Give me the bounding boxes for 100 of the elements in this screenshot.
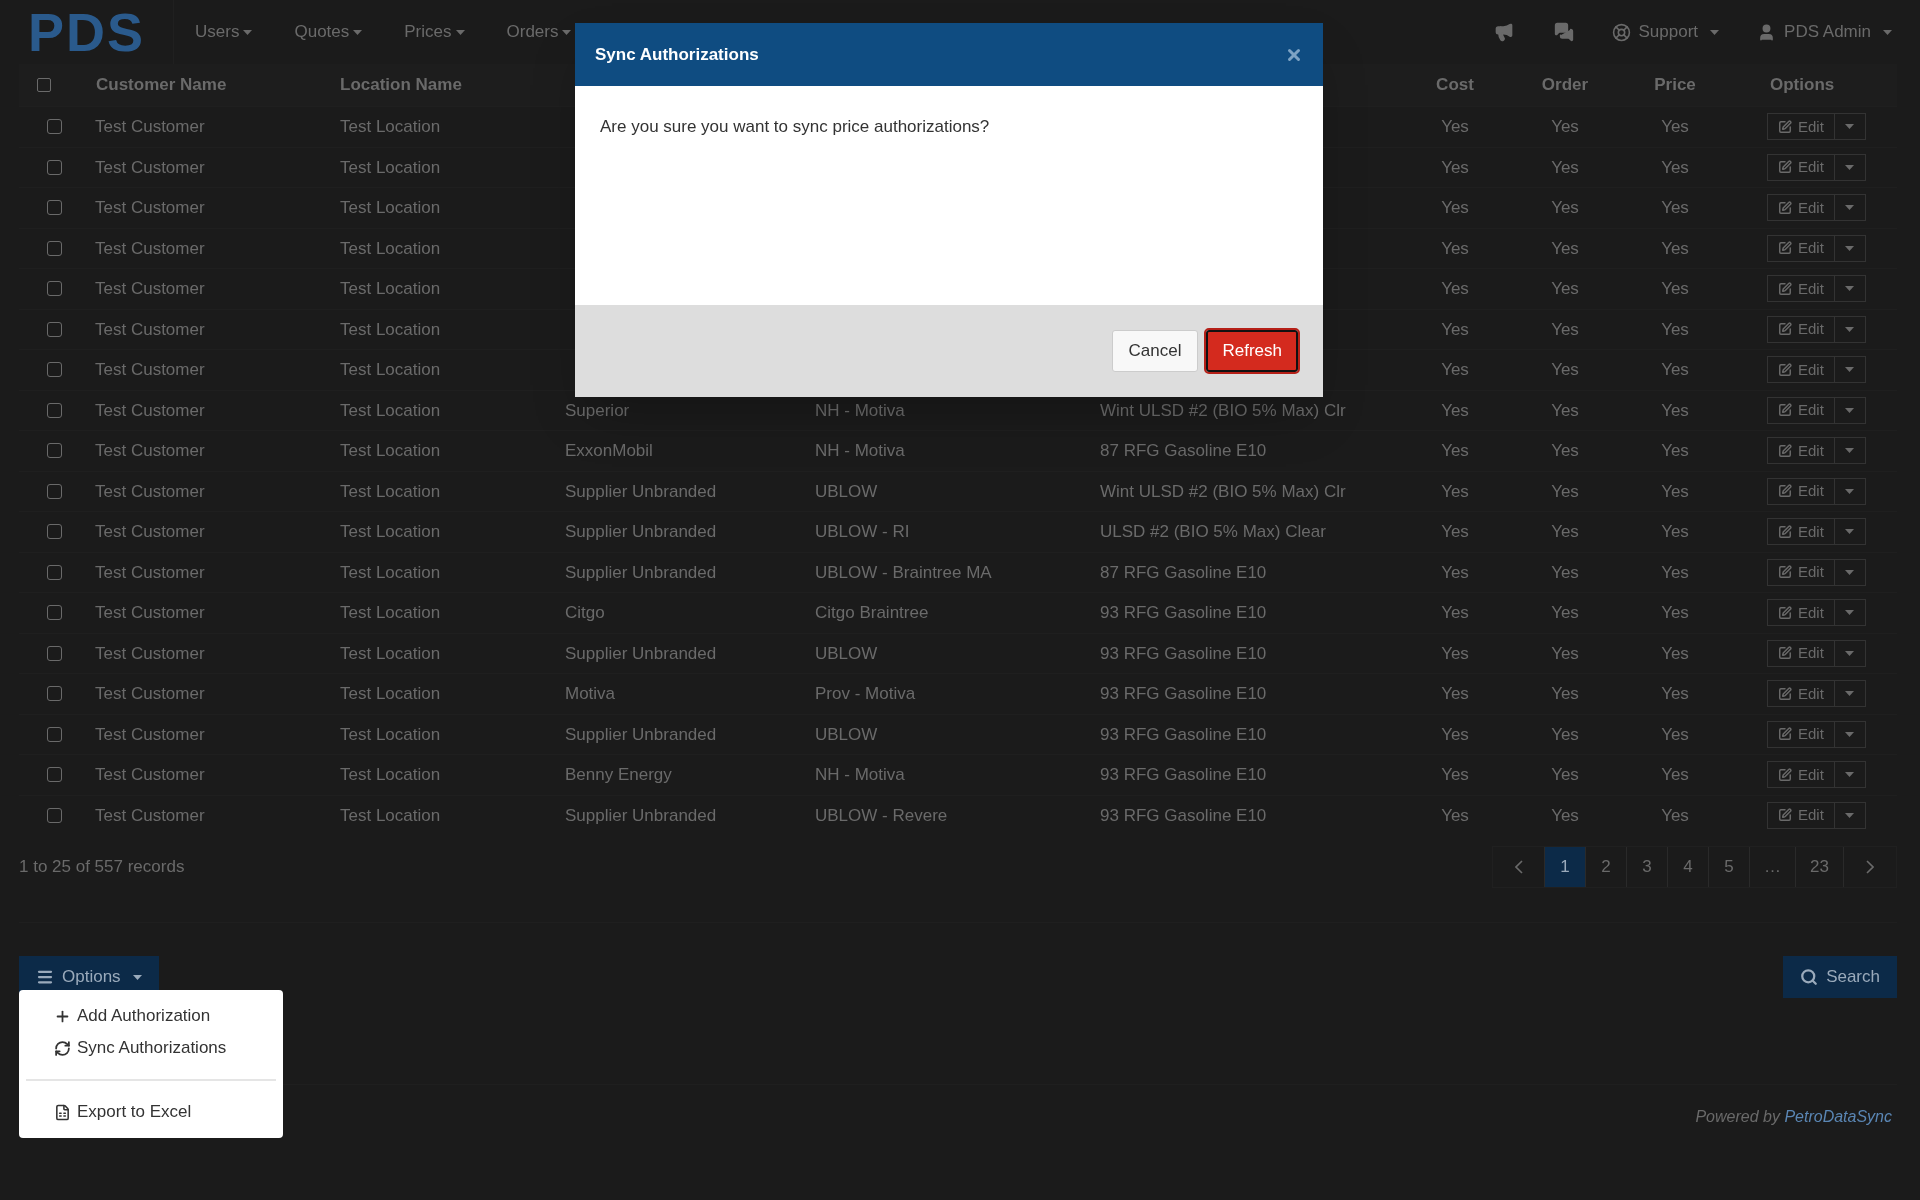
menu-item[interactable]: Add Authorization bbox=[19, 1000, 283, 1032]
dropdown-toggle[interactable] bbox=[1834, 315, 1866, 343]
edit-button[interactable]: Edit bbox=[1767, 194, 1835, 222]
dropdown-toggle[interactable] bbox=[1834, 275, 1866, 303]
dropdown-toggle[interactable] bbox=[1834, 680, 1866, 708]
row-checkbox[interactable] bbox=[47, 483, 62, 499]
dropdown-toggle[interactable] bbox=[1834, 437, 1866, 465]
dropdown-toggle[interactable] bbox=[1834, 801, 1866, 829]
page-button[interactable]: 1 bbox=[1545, 847, 1587, 887]
row-checkbox[interactable] bbox=[47, 159, 62, 175]
menu-item[interactable]: Sync Authorizations bbox=[19, 1032, 283, 1064]
edit-button[interactable]: Edit bbox=[1767, 234, 1835, 262]
page-button[interactable]: 4 bbox=[1668, 847, 1710, 887]
dropdown-toggle[interactable] bbox=[1834, 396, 1866, 424]
logo[interactable]: PDS bbox=[28, 5, 146, 59]
page-button[interactable]: 2 bbox=[1586, 847, 1628, 887]
dropdown-toggle[interactable] bbox=[1834, 153, 1866, 181]
row-checkbox[interactable] bbox=[47, 240, 62, 256]
edit-button[interactable]: Edit bbox=[1767, 518, 1835, 546]
nav-menu[interactable]: Orders bbox=[485, 0, 593, 64]
megaphone-icon[interactable] bbox=[1493, 22, 1514, 42]
edit-button[interactable]: Edit bbox=[1767, 396, 1835, 424]
table-cell: Yes bbox=[1441, 724, 1469, 744]
nav-menu[interactable]: Users bbox=[174, 0, 274, 64]
dropdown-toggle[interactable] bbox=[1834, 720, 1866, 748]
footer-link[interactable]: PetroDataSync bbox=[1784, 1108, 1892, 1125]
dropdown-toggle[interactable] bbox=[1834, 113, 1866, 141]
search-button[interactable]: Search bbox=[1783, 956, 1897, 998]
nav-menu[interactable]: Quotes bbox=[273, 0, 384, 64]
row-checkbox[interactable] bbox=[47, 402, 62, 418]
row-checkbox[interactable] bbox=[47, 119, 62, 135]
table-cell: Test Location bbox=[340, 279, 441, 298]
page-button[interactable]: 5 bbox=[1709, 847, 1751, 887]
dropdown-toggle[interactable] bbox=[1834, 761, 1866, 789]
dropdown-toggle[interactable] bbox=[1834, 234, 1866, 262]
refresh-icon bbox=[54, 1039, 71, 1057]
table-cell: NH - Motiva bbox=[815, 765, 905, 784]
support-menu[interactable]: Support bbox=[1611, 19, 1720, 45]
table-cell: Test Customer bbox=[95, 522, 205, 541]
edit-button[interactable]: Edit bbox=[1767, 680, 1835, 708]
dropdown-toggle[interactable] bbox=[1834, 558, 1866, 586]
dropdown-toggle[interactable] bbox=[1834, 194, 1866, 222]
table-cell: Yes bbox=[1441, 117, 1469, 136]
table-cell: Benny Energy bbox=[565, 765, 672, 784]
edit-button[interactable]: Edit bbox=[1767, 720, 1835, 748]
row-checkbox[interactable] bbox=[47, 807, 62, 823]
edit-button[interactable]: Edit bbox=[1767, 315, 1835, 343]
dropdown-toggle[interactable] bbox=[1834, 639, 1866, 667]
page-button[interactable]: 3 bbox=[1627, 847, 1669, 887]
table-cell: Yes bbox=[1661, 157, 1689, 177]
menu-item[interactable]: Export to Excel bbox=[19, 1096, 283, 1128]
row-checkbox[interactable] bbox=[47, 281, 62, 297]
table-cell: Yes bbox=[1551, 684, 1579, 703]
table-cell: Yes bbox=[1551, 724, 1579, 744]
row-checkbox[interactable] bbox=[47, 564, 62, 580]
edit-button[interactable]: Edit bbox=[1767, 356, 1835, 384]
caret-icon bbox=[1845, 407, 1855, 413]
cancel-button[interactable]: Cancel bbox=[1111, 330, 1199, 372]
select-all-checkbox[interactable] bbox=[37, 78, 51, 92]
caret-icon bbox=[1845, 569, 1855, 575]
table-cell: Test Customer bbox=[95, 562, 205, 582]
edit-button[interactable]: Edit bbox=[1767, 639, 1835, 667]
chat-icon[interactable] bbox=[1553, 22, 1574, 42]
table-cell: 93 RFG Gasoline E10 bbox=[1100, 724, 1267, 744]
edit-button[interactable]: Edit bbox=[1767, 437, 1835, 465]
row-checkbox[interactable] bbox=[47, 605, 62, 621]
dropdown-toggle[interactable] bbox=[1834, 356, 1866, 384]
edit-button[interactable]: Edit bbox=[1767, 599, 1835, 627]
row-checkbox[interactable] bbox=[47, 645, 62, 661]
table-cell: Yes bbox=[1441, 238, 1469, 258]
edit-button[interactable]: Edit bbox=[1767, 153, 1835, 181]
row-checkbox[interactable] bbox=[47, 200, 62, 216]
caret-icon bbox=[1883, 29, 1892, 35]
table-cell: Price bbox=[1654, 75, 1696, 95]
edit-button[interactable]: Edit bbox=[1767, 477, 1835, 505]
row-checkbox[interactable] bbox=[47, 524, 62, 540]
table-cell: Test Customer bbox=[95, 643, 205, 663]
edit-button[interactable]: Edit bbox=[1767, 275, 1835, 303]
refresh-button[interactable]: Refresh bbox=[1206, 330, 1298, 372]
nav-menu[interactable]: Prices bbox=[383, 0, 486, 64]
table-cell: Test Location bbox=[340, 400, 441, 420]
dropdown-toggle[interactable] bbox=[1834, 477, 1866, 505]
table-cell: NH - Motiva bbox=[815, 441, 905, 460]
page-button[interactable]: … bbox=[1750, 847, 1797, 887]
row-checkbox[interactable] bbox=[47, 767, 62, 783]
row-checkbox[interactable] bbox=[47, 726, 62, 742]
edit-button[interactable]: Edit bbox=[1767, 801, 1835, 829]
edit-button[interactable]: Edit bbox=[1767, 113, 1835, 141]
edit-button[interactable]: Edit bbox=[1767, 558, 1835, 586]
row-checkbox[interactable] bbox=[47, 686, 62, 702]
edit-button[interactable]: Edit bbox=[1767, 761, 1835, 789]
edit-icon bbox=[1778, 119, 1792, 134]
user-menu[interactable]: PDS Admin bbox=[1757, 19, 1892, 45]
dropdown-toggle[interactable] bbox=[1834, 518, 1866, 546]
table-cell: UBLOW - Braintree MA bbox=[815, 562, 992, 582]
row-checkbox[interactable] bbox=[47, 362, 62, 378]
dropdown-toggle[interactable] bbox=[1834, 599, 1866, 627]
row-checkbox[interactable] bbox=[47, 443, 62, 459]
row-checkbox[interactable] bbox=[47, 321, 62, 337]
page-button[interactable]: 23 bbox=[1796, 847, 1844, 887]
